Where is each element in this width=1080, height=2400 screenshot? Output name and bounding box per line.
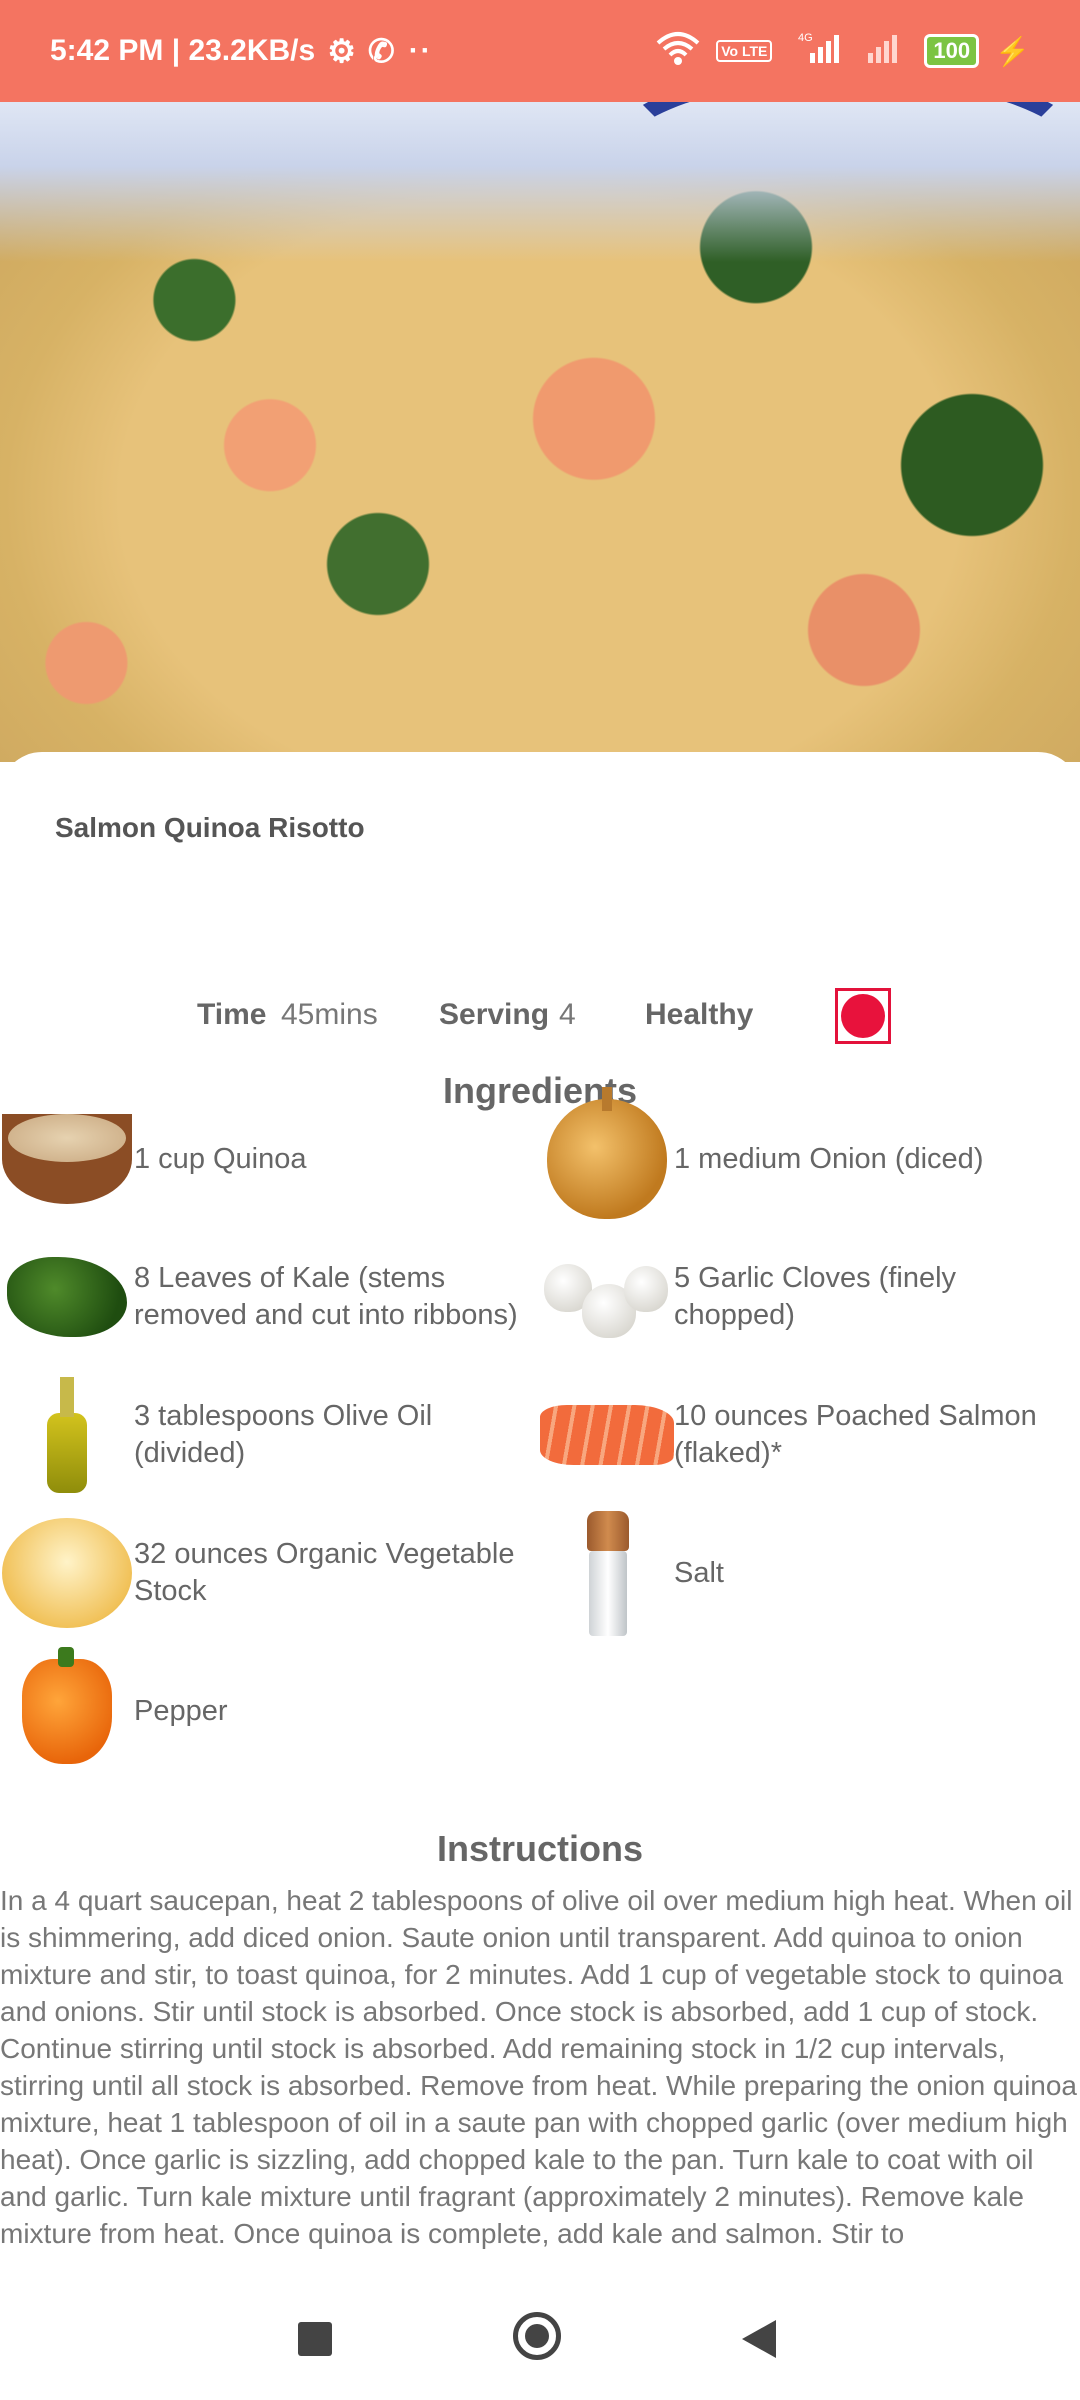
battery-icon: 100 (924, 34, 980, 68)
ingredient-text: 32 ounces Organic Vegetable Stock (134, 1538, 515, 1607)
call-icon: ✆ (367, 33, 395, 69)
ingredient-text: 8 Leaves of Kale (stems removed and cut … (134, 1262, 518, 1331)
recents-button[interactable] (298, 2322, 332, 2356)
status-left: 5:42 PM | 23.2KB/s ⚙ ✆ ·· (50, 32, 433, 70)
quinoa-icon (0, 1092, 134, 1226)
ingredient-text: 1 cup Quinoa (134, 1142, 307, 1175)
more-notifications-icon: ·· (408, 34, 433, 67)
pepper-icon (0, 1644, 134, 1778)
ingredient-item: 32 ounces Organic Vegetable Stock (0, 1506, 534, 1640)
ingredient-item: Pepper (0, 1644, 534, 1778)
gear-icon: ⚙ (327, 33, 356, 69)
signal-icon: 4G (788, 31, 848, 72)
ingredient-text: 5 Garlic Cloves (finely chopped) (674, 1262, 957, 1331)
ingredient-item: 1 cup Quinoa (0, 1092, 534, 1226)
healthy-label: Healthy (645, 998, 754, 1031)
ingredient-item: 5 Garlic Cloves (finely chopped) (540, 1230, 1074, 1364)
favorite-indicator-icon (841, 994, 885, 1038)
time-value: 45mins (281, 998, 378, 1031)
status-bar: 5:42 PM | 23.2KB/s ⚙ ✆ ·· Vo LTE 4G 100 … (0, 0, 1080, 102)
ingredient-item: 10 ounces Poached Salmon (flaked)* (540, 1368, 1074, 1502)
signal-2-icon (864, 31, 908, 72)
recipe-meta: Time 45mins Serving 4 Healthy (0, 998, 1080, 1058)
favorite-toggle[interactable] (835, 988, 891, 1044)
ingredient-item: 1 medium Onion (diced) (540, 1087, 1074, 1226)
ingredient-item: Salt (540, 1506, 1074, 1640)
ingredient-text: Salt (674, 1556, 724, 1589)
recipe-hero-image (0, 102, 1080, 762)
status-time: 5:42 PM | 23.2KB/s (50, 34, 316, 67)
instructions-title: Instructions (436, 1828, 643, 1869)
navigation-bar (0, 2272, 1080, 2400)
salmon-icon (540, 1368, 674, 1502)
ingredient-text: 3 tablespoons Olive Oil (divided) (134, 1400, 433, 1469)
salt-icon (540, 1506, 674, 1640)
garlic-icon (540, 1230, 674, 1364)
wifi-icon (656, 31, 700, 72)
kale-icon (0, 1230, 134, 1364)
olive-oil-icon (0, 1368, 134, 1502)
ingredient-text: 1 medium Onion (diced) (674, 1142, 984, 1175)
ingredient-item: 8 Leaves of Kale (stems removed and cut … (0, 1230, 534, 1364)
ingredient-text: Pepper (134, 1694, 228, 1727)
home-button[interactable] (513, 2312, 561, 2360)
recipe-title: Salmon Quinoa Risotto (55, 812, 365, 843)
status-right: Vo LTE 4G 100 ⚡ (656, 31, 1030, 72)
volte-icon: Vo LTE (716, 40, 773, 62)
serving-label: Serving (439, 998, 550, 1031)
vegetable-stock-icon (0, 1506, 134, 1640)
time-label: Time (197, 998, 267, 1031)
network-type: 4G (798, 32, 813, 44)
ingredient-text: 10 ounces Poached Salmon (flaked)* (674, 1400, 1037, 1469)
back-button[interactable] (742, 2320, 776, 2358)
recipe-card: Salmon Quinoa Risotto Time 45mins Servin… (0, 752, 1080, 2272)
instructions-text: In a 4 quart saucepan, heat 2 tablespoon… (0, 1885, 1078, 2249)
onion-icon (540, 1087, 674, 1226)
serving-value: 4 (559, 998, 576, 1031)
ingredient-item: 3 tablespoons Olive Oil (divided) (0, 1368, 534, 1502)
charging-icon: ⚡ (995, 35, 1030, 67)
plate-rim (0, 102, 1080, 262)
